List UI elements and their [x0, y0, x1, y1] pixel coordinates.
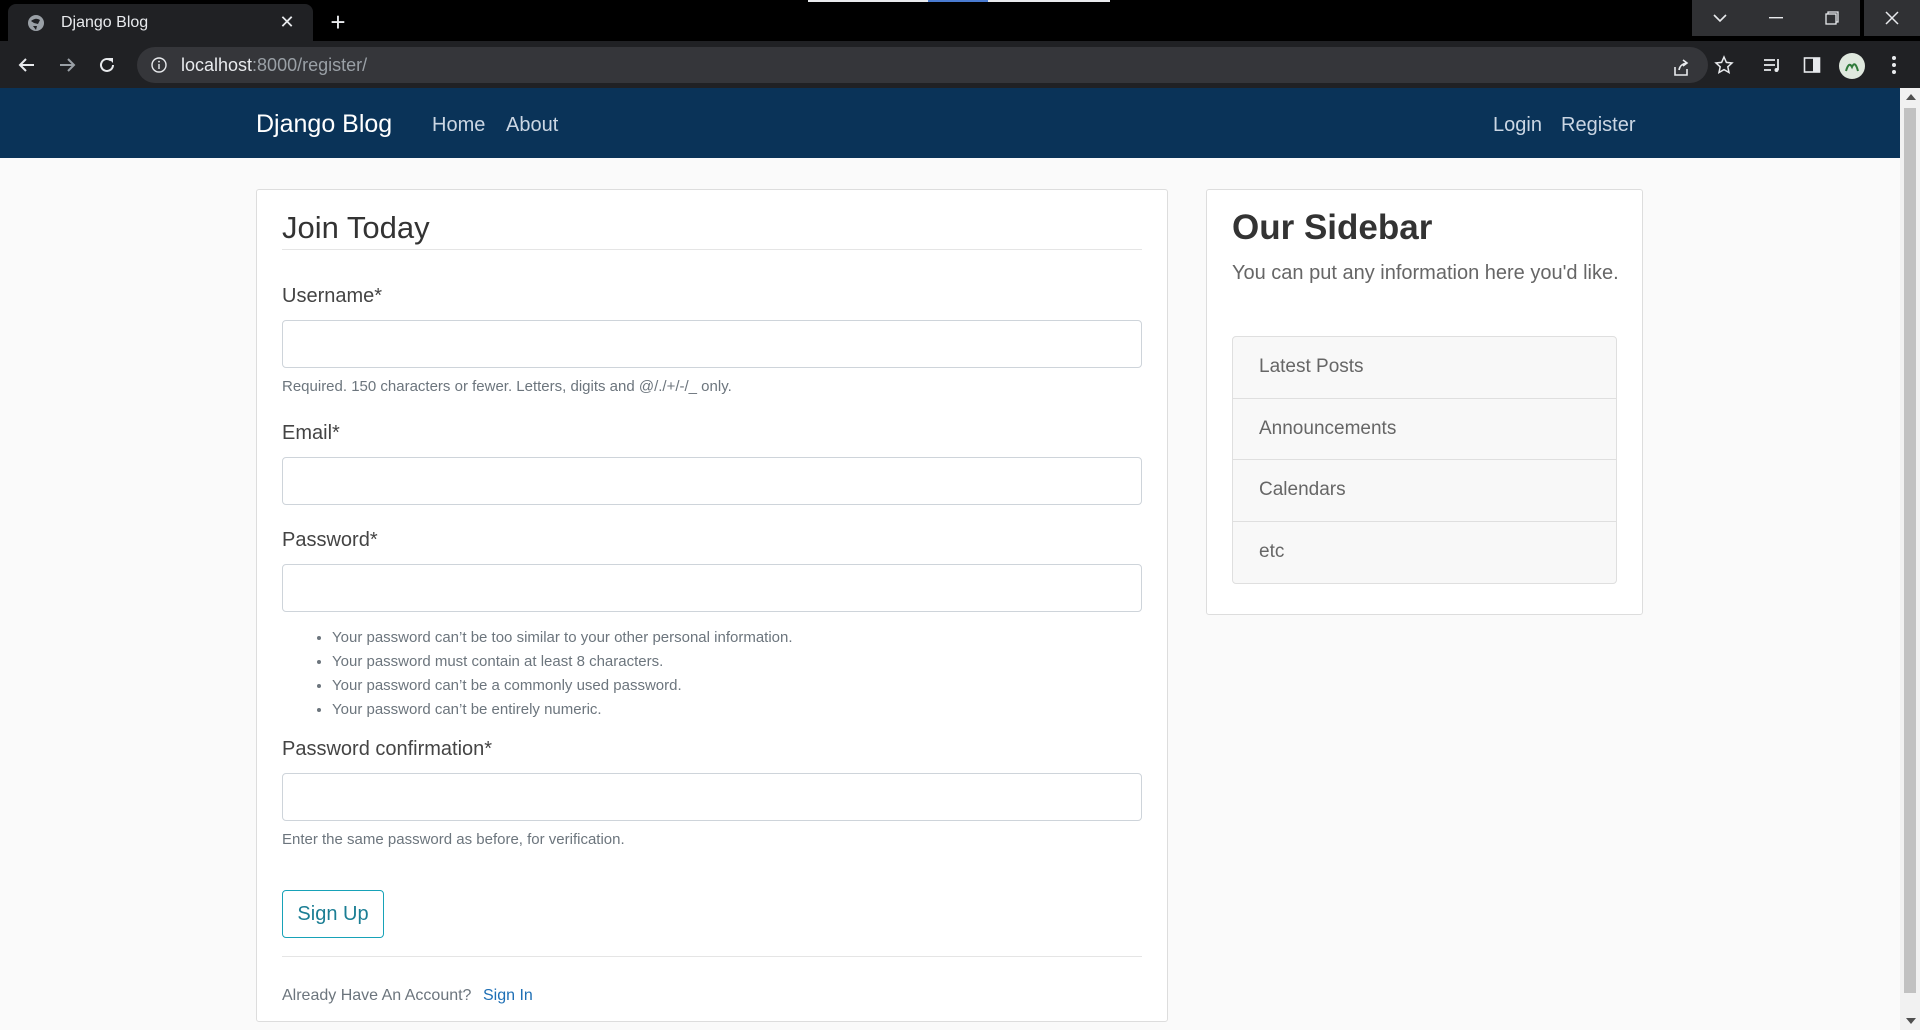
nav-link-home[interactable]: Home	[432, 114, 485, 137]
scroll-up-arrow-icon[interactable]	[1906, 94, 1916, 100]
password-confirm-label: Password confirmation*	[282, 738, 493, 760]
divider	[282, 249, 1142, 250]
sidebar-list: Latest Posts Announcements Calendars etc	[1232, 336, 1617, 584]
browser-tab[interactable]: Django Blog ✕	[8, 4, 313, 41]
reading-list-icon[interactable]	[1760, 53, 1784, 77]
sidebar-item-latest-posts[interactable]: Latest Posts	[1233, 337, 1616, 399]
url-text: localhost:8000/register/	[181, 54, 368, 75]
password-label: Password*	[282, 529, 378, 551]
register-form-card: Join Today Username* Required. 150 chara…	[256, 189, 1168, 1022]
username-help: Required. 150 characters or fewer. Lette…	[282, 378, 732, 395]
globe-icon	[27, 14, 45, 32]
list-item: Your password can’t be too similar to yo…	[332, 626, 793, 650]
page-viewport: Django Blog Home About Login Register Jo…	[0, 88, 1900, 1030]
nav-link-login[interactable]: Login	[1493, 114, 1542, 137]
site-navbar: Django Blog Home About Login Register	[0, 88, 1900, 158]
sidebar-item-etc[interactable]: etc	[1233, 522, 1616, 584]
window-close-icon[interactable]	[1864, 0, 1920, 36]
bookmark-star-icon[interactable]	[1712, 53, 1736, 77]
tab-strip-indicator	[808, 0, 1110, 2]
close-icon[interactable]: ✕	[275, 11, 299, 35]
browser-toolbar: localhost:8000/register/	[0, 41, 1920, 88]
password-confirm-input[interactable]	[282, 773, 1142, 821]
scroll-down-arrow-icon[interactable]	[1906, 1018, 1916, 1024]
username-label: Username*	[282, 285, 383, 307]
sign-up-button[interactable]: Sign Up	[282, 890, 384, 938]
restore-icon[interactable]	[1804, 0, 1860, 36]
address-bar[interactable]: localhost:8000/register/	[137, 47, 1708, 83]
menu-kebab-icon[interactable]	[1882, 53, 1906, 77]
profile-avatar[interactable]	[1839, 53, 1865, 79]
nav-link-register[interactable]: Register	[1561, 114, 1635, 137]
side-panel-icon[interactable]	[1800, 53, 1824, 77]
nav-link-about[interactable]: About	[506, 114, 558, 137]
divider	[282, 956, 1142, 957]
email-label: Email*	[282, 422, 340, 444]
already-have-account-text: Already Have An Account?	[282, 987, 472, 1004]
form-legend: Join Today	[282, 210, 430, 245]
brand-link[interactable]: Django Blog	[256, 110, 392, 139]
list-item: Your password must contain at least 8 ch…	[332, 650, 793, 674]
minimize-icon[interactable]	[1748, 0, 1804, 36]
browser-tab-strip: Django Blog ✕ +	[0, 0, 1920, 41]
new-tab-plus-icon[interactable]: +	[322, 6, 354, 38]
scrollbar-thumb[interactable]	[1904, 108, 1916, 993]
sidebar-item-announcements[interactable]: Announcements	[1233, 399, 1616, 460]
username-input[interactable]	[282, 320, 1142, 368]
password-rules-list: Your password can’t be too similar to yo…	[332, 626, 793, 722]
tab-title: Django Blog	[61, 13, 149, 31]
reload-icon[interactable]	[91, 49, 123, 81]
page-scrollbar[interactable]	[1900, 88, 1920, 1030]
sidebar-title: Our Sidebar	[1232, 208, 1433, 247]
site-info-icon[interactable]	[150, 56, 168, 74]
password-confirm-help: Enter the same password as before, for v…	[282, 831, 625, 848]
list-item: Your password can’t be a commonly used p…	[332, 674, 793, 698]
back-arrow-icon[interactable]	[11, 49, 43, 81]
forward-arrow-icon[interactable]	[51, 49, 83, 81]
sidebar-text: You can put any information here you'd l…	[1232, 262, 1619, 284]
email-input[interactable]	[282, 457, 1142, 505]
sign-in-link[interactable]: Sign In	[483, 987, 533, 1005]
password-input[interactable]	[282, 564, 1142, 612]
share-icon[interactable]	[1670, 57, 1692, 79]
tab-search-chevron-icon[interactable]	[1692, 0, 1748, 36]
sidebar-card: Our Sidebar You can put any information …	[1206, 189, 1643, 615]
list-item: Your password can’t be entirely numeric.	[332, 698, 793, 722]
sidebar-item-calendars[interactable]: Calendars	[1233, 460, 1616, 522]
